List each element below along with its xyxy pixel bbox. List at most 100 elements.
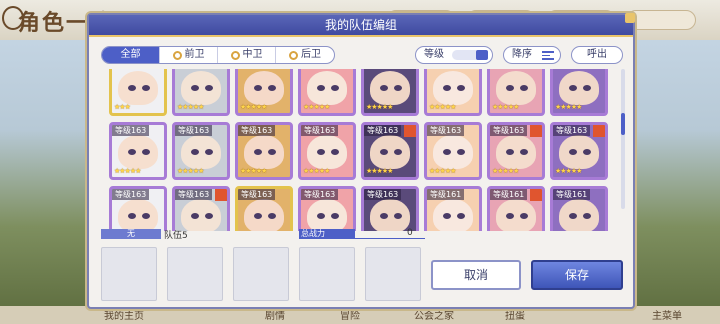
scroll-thumb[interactable] xyxy=(621,113,625,135)
character-card[interactable]: 等级163★★★★★ xyxy=(298,186,356,231)
tab-back[interactable]: 后卫 xyxy=(276,47,334,63)
character-portrait xyxy=(496,199,536,231)
team-slot-2[interactable] xyxy=(167,247,223,301)
character-card[interactable]: ★★★★★ xyxy=(424,69,482,116)
portrait-eye xyxy=(128,213,136,219)
star-rating: ★★★★★ xyxy=(492,167,519,175)
portrait-eye xyxy=(443,149,451,155)
character-card[interactable]: 等级163★★★★★ xyxy=(109,122,167,180)
star-rating: ★★★ xyxy=(114,103,131,111)
portrait-eye xyxy=(205,213,213,219)
star-rating: ★★★★★ xyxy=(492,103,519,111)
portrait-eye xyxy=(443,85,451,91)
character-portrait xyxy=(181,71,221,105)
tab-middle[interactable]: 中卫 xyxy=(218,47,276,63)
portrait-eye xyxy=(268,213,276,219)
portrait-eye xyxy=(254,213,262,219)
sort-order-button[interactable]: 降序 xyxy=(503,46,561,64)
portrait-eye xyxy=(191,213,199,219)
character-level: 等级163 xyxy=(238,125,276,136)
character-card[interactable]: 等级163★★★★★ xyxy=(172,122,230,180)
character-card[interactable]: ★★★★★ xyxy=(235,69,293,116)
portrait-eye xyxy=(191,85,199,91)
portrait-eye xyxy=(128,85,136,91)
character-card[interactable]: ★★★★★ xyxy=(172,69,230,116)
portrait-eye xyxy=(520,149,528,155)
portrait-eye xyxy=(380,149,388,155)
tab-front[interactable]: 前卫 xyxy=(160,47,218,63)
tab-label: 全部 xyxy=(120,49,141,60)
portrait-eye xyxy=(268,85,276,91)
portrait-eye xyxy=(443,213,451,219)
team-edit-dialog: 我的队伍编组 全部 前卫 中卫 后卫 等级 降序 呼出 ★★★ ★★★★★ ★★★★… xyxy=(87,13,635,309)
character-card[interactable]: 等级161★★★★★ xyxy=(424,186,482,231)
character-card[interactable]: 等级163★★★★★ xyxy=(235,186,293,231)
portrait-eye xyxy=(191,149,199,155)
portrait-eye xyxy=(394,85,402,91)
portrait-eye xyxy=(457,149,465,155)
character-level: 等级163 xyxy=(238,189,276,200)
portrait-eye xyxy=(268,149,276,155)
character-card[interactable]: ★★★★★ xyxy=(298,69,356,116)
nav-story[interactable]: 剧情 xyxy=(265,307,285,322)
portrait-eye xyxy=(205,149,213,155)
portrait-eye xyxy=(254,149,262,155)
character-card[interactable]: ★★★★★ xyxy=(361,69,419,116)
character-portrait xyxy=(118,199,158,231)
tab-all[interactable]: 全部 xyxy=(102,47,160,63)
nav-home[interactable]: 我的主页 xyxy=(104,307,144,322)
team-slot-4[interactable] xyxy=(299,247,355,301)
rank-flag-icon xyxy=(530,189,542,201)
power-divider xyxy=(355,238,425,239)
character-card[interactable]: 等级163 ★★★★★ xyxy=(487,122,545,180)
character-card[interactable]: 等级163★★★★★ xyxy=(298,122,356,180)
character-level: 等级161 xyxy=(553,189,591,200)
character-card[interactable]: ★★★★★ xyxy=(550,69,608,116)
character-portrait xyxy=(244,199,284,231)
nav-gacha[interactable]: 扭蛋 xyxy=(505,307,525,322)
team-slot-5[interactable] xyxy=(365,247,421,301)
character-card[interactable]: 等级161★★★★★ xyxy=(487,186,545,231)
star-rating: ★★★★★ xyxy=(366,103,393,111)
team-name: 队伍5 xyxy=(164,231,188,241)
character-card[interactable]: 等级163★★★★★ xyxy=(172,186,230,231)
star-rating: ★★★★★ xyxy=(429,167,456,175)
team-slot-1[interactable] xyxy=(101,247,157,301)
level-sort-toggle[interactable]: 等级 xyxy=(415,46,493,64)
character-card[interactable]: 等级163★★★★★ xyxy=(235,122,293,180)
dialog-title: 我的队伍编组 xyxy=(324,18,397,32)
cancel-button[interactable]: 取消 xyxy=(431,260,521,290)
character-card[interactable]: 等级163★★★★★ xyxy=(424,122,482,180)
grid-scrollbar[interactable] xyxy=(621,69,625,209)
character-card[interactable]: 等级163★★★★★ xyxy=(550,122,608,180)
background-button xyxy=(626,10,696,30)
character-card[interactable]: 等级161★★★★★ xyxy=(550,186,608,231)
portrait-eye xyxy=(380,213,388,219)
team-slot-3[interactable] xyxy=(233,247,289,301)
portrait-eye xyxy=(205,85,213,91)
character-portrait xyxy=(370,71,410,105)
character-portrait xyxy=(559,135,599,169)
summon-button[interactable]: 呼出 xyxy=(571,46,623,64)
character-level: 等级163 xyxy=(490,125,528,136)
character-level: 等级163 xyxy=(301,125,339,136)
character-level: 等级163 xyxy=(364,125,402,136)
portrait-eye xyxy=(569,85,577,91)
nav-guild[interactable]: 公会之家 xyxy=(414,307,454,322)
character-card[interactable]: 等级163★★★★★ xyxy=(361,186,419,231)
nav-menu[interactable]: 主菜单 xyxy=(652,307,682,322)
tab-label: 中卫 xyxy=(242,49,263,60)
character-card[interactable]: 等级163★★★★★ xyxy=(109,186,167,231)
character-card[interactable]: 等级163★★★★★ xyxy=(361,122,419,180)
character-portrait xyxy=(559,71,599,105)
save-button[interactable]: 保存 xyxy=(531,260,623,290)
nav-adventure[interactable]: 冒险 xyxy=(340,307,360,322)
portrait-eye xyxy=(583,213,591,219)
character-card[interactable]: ★★★ xyxy=(109,69,167,116)
character-level: 等级163 xyxy=(175,125,213,136)
position-icon xyxy=(172,50,182,60)
character-card[interactable]: ★★★★★ xyxy=(487,69,545,116)
portrait-eye xyxy=(569,213,577,219)
power-value: 0 xyxy=(407,228,413,238)
portrait-eye xyxy=(394,213,402,219)
